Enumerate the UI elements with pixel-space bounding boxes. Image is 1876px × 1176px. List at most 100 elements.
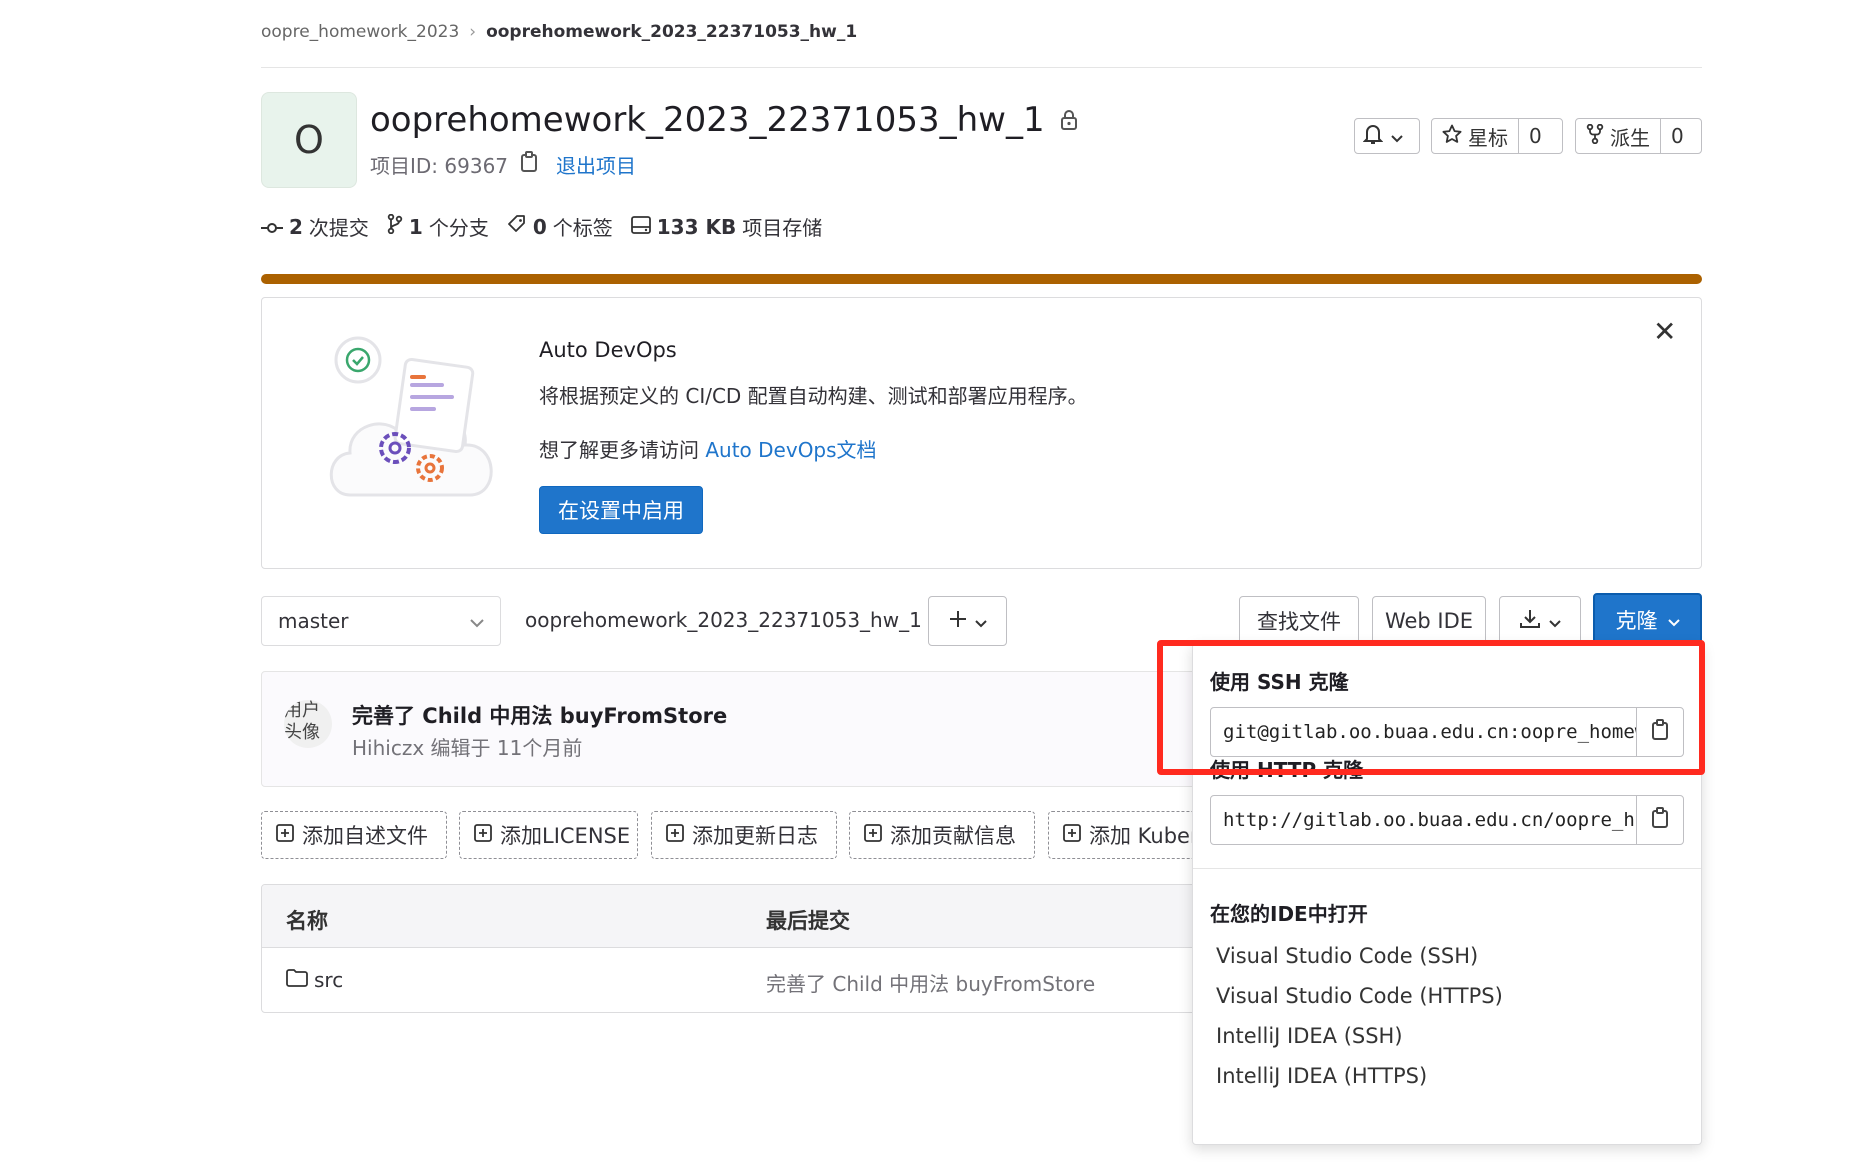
bell-icon bbox=[1362, 123, 1384, 150]
plus-square-icon bbox=[474, 823, 492, 847]
fork-button[interactable]: 派生 0 bbox=[1575, 118, 1702, 154]
learn-more-prefix: 想了解更多请访问 bbox=[539, 438, 706, 462]
storage-size: 133 KB bbox=[656, 214, 737, 239]
clone-dropdown-button[interactable]: 克隆 bbox=[1593, 593, 1702, 647]
file-name-cell[interactable]: src bbox=[286, 968, 343, 992]
branch-icon bbox=[387, 213, 403, 239]
branches-label: 个分支 bbox=[428, 216, 489, 240]
add-readme-label: 添加自述文件 bbox=[302, 824, 428, 848]
http-clone-header: 使用 HTTP 克隆 bbox=[1210, 758, 1364, 782]
ssh-clone-url[interactable]: git@gitlab.oo.buaa.edu.cn:oopre_homework… bbox=[1211, 721, 1636, 743]
storage-progress-bar bbox=[261, 274, 1702, 284]
lock-icon bbox=[1059, 100, 1079, 140]
branch-selector[interactable]: master bbox=[261, 596, 501, 646]
branches-stat[interactable]: 1 个分支 bbox=[387, 212, 489, 241]
plus-icon bbox=[949, 609, 967, 633]
chevron-down-icon bbox=[1549, 609, 1561, 633]
devops-illustration bbox=[320, 325, 505, 505]
breadcrumb-parent[interactable]: oopre_homework_2023 bbox=[261, 22, 459, 42]
branches-count: 1 bbox=[408, 214, 423, 239]
find-file-button[interactable]: 查找文件 bbox=[1239, 596, 1359, 646]
chevron-down-icon bbox=[1391, 124, 1403, 148]
fork-icon bbox=[1586, 123, 1604, 149]
tag-icon bbox=[507, 214, 527, 239]
storage-stat[interactable]: 133 KB 项目存储 bbox=[630, 212, 823, 241]
tags-label: 个标签 bbox=[552, 216, 613, 240]
avatar[interactable]: 用户头像 bbox=[284, 700, 332, 748]
project-avatar: O bbox=[261, 92, 357, 188]
clone-dropdown-menu: 使用 SSH 克隆 git@gitlab.oo.buaa.edu.cn:oopr… bbox=[1192, 643, 1702, 1145]
fork-label: 派生 bbox=[1610, 125, 1650, 150]
storage-label: 项目存储 bbox=[742, 216, 823, 240]
commits-label: 次提交 bbox=[308, 216, 369, 240]
open-vscode-ssh[interactable]: Visual Studio Code (SSH) bbox=[1216, 944, 1478, 968]
project-stats: 2 次提交 1 个分支 0 个标签 133 KB 项目存储 bbox=[261, 212, 822, 241]
file-commit-cell[interactable]: 完善了 Child 中用法 buyFromStore bbox=[766, 968, 1095, 997]
breadcrumb-current[interactable]: ooprehomework_2023_22371053_hw_1 bbox=[486, 22, 857, 42]
add-changelog-button[interactable]: 添加更新日志 bbox=[651, 811, 837, 859]
download-dropdown[interactable] bbox=[1499, 596, 1581, 646]
tags-count: 0 bbox=[532, 214, 547, 239]
commits-count: 2 bbox=[289, 214, 303, 239]
copy-icon[interactable] bbox=[520, 151, 538, 178]
plus-square-icon bbox=[864, 823, 882, 847]
repo-path-root[interactable]: ooprehomework_2023_22371053_hw_1 bbox=[525, 608, 922, 632]
header-name: 名称 bbox=[286, 909, 328, 933]
chevron-down-icon bbox=[1667, 608, 1680, 632]
open-intellij-https[interactable]: IntelliJ IDEA (HTTPS) bbox=[1216, 1064, 1427, 1088]
http-clone-url-field[interactable]: http://gitlab.oo.buaa.edu.cn/oopre_homew… bbox=[1210, 795, 1684, 845]
commits-stat[interactable]: 2 次提交 bbox=[261, 212, 369, 241]
copy-ssh-url-button[interactable] bbox=[1636, 708, 1683, 756]
commit-icon bbox=[261, 215, 283, 239]
open-vscode-https[interactable]: Visual Studio Code (HTTPS) bbox=[1216, 984, 1503, 1008]
dropdown-divider bbox=[1193, 868, 1701, 869]
web-ide-button[interactable]: Web IDE bbox=[1372, 596, 1486, 646]
plus-square-icon bbox=[1063, 823, 1081, 847]
project-id-row: 项目ID: 69367 退出项目 bbox=[370, 150, 636, 179]
ssh-clone-header: 使用 SSH 克隆 bbox=[1210, 670, 1349, 694]
commit-title[interactable]: 完善了 Child 中用法 buyFromStore bbox=[352, 700, 727, 730]
star-label: 星标 bbox=[1468, 125, 1508, 150]
add-readme-button[interactable]: 添加自述文件 bbox=[261, 811, 447, 859]
header-last-commit: 最后提交 bbox=[766, 909, 850, 933]
copy-icon bbox=[1651, 807, 1669, 833]
folder-icon bbox=[286, 968, 308, 992]
add-license-label: 添加LICENSE bbox=[500, 824, 631, 848]
copy-http-url-button[interactable] bbox=[1636, 796, 1683, 844]
tags-stat[interactable]: 0 个标签 bbox=[507, 212, 613, 241]
fork-count[interactable]: 0 bbox=[1660, 119, 1694, 153]
storage-icon bbox=[630, 215, 651, 239]
ide-open-header: 在您的IDE中打开 bbox=[1210, 902, 1368, 926]
chevron-down-icon bbox=[470, 609, 484, 633]
plus-square-icon bbox=[276, 823, 294, 847]
devops-description: 将根据预定义的 CI/CD 配置自动构建、测试和部署应用程序。 bbox=[539, 384, 1088, 408]
copy-icon bbox=[1651, 719, 1669, 745]
http-clone-url[interactable]: http://gitlab.oo.buaa.edu.cn/oopre_homew… bbox=[1211, 809, 1636, 831]
add-file-dropdown[interactable] bbox=[928, 596, 1007, 646]
project-title: ooprehomework_2023_22371053_hw_1 bbox=[370, 100, 1045, 140]
file-name: src bbox=[314, 968, 344, 992]
chevron-down-icon bbox=[974, 609, 987, 633]
star-button[interactable]: 星标 0 bbox=[1431, 118, 1563, 154]
add-contributing-label: 添加贡献信息 bbox=[890, 824, 1016, 848]
download-icon bbox=[1519, 608, 1541, 635]
project-id: 项目ID: 69367 bbox=[370, 154, 509, 178]
clone-label: 克隆 bbox=[1615, 609, 1658, 633]
leave-project-link[interactable]: 退出项目 bbox=[556, 150, 636, 179]
add-changelog-label: 添加更新日志 bbox=[692, 824, 818, 848]
star-icon bbox=[1442, 124, 1462, 149]
project-title-row: ooprehomework_2023_22371053_hw_1 bbox=[370, 100, 1079, 140]
notification-dropdown[interactable] bbox=[1354, 118, 1420, 154]
add-contributing-button[interactable]: 添加贡献信息 bbox=[849, 811, 1035, 859]
chevron-right-icon: › bbox=[469, 22, 477, 42]
ssh-clone-url-field[interactable]: git@gitlab.oo.buaa.edu.cn:oopre_homework… bbox=[1210, 707, 1684, 757]
open-intellij-ssh[interactable]: IntelliJ IDEA (SSH) bbox=[1216, 1024, 1403, 1048]
star-count[interactable]: 0 bbox=[1518, 119, 1552, 153]
devops-learn-more: 想了解更多请访问 Auto DevOps文档 bbox=[539, 434, 877, 463]
devops-docs-link[interactable]: Auto DevOps文档 bbox=[705, 438, 876, 462]
add-license-button[interactable]: 添加LICENSE bbox=[459, 811, 638, 859]
plus-square-icon bbox=[666, 823, 684, 847]
close-icon[interactable]: ✕ bbox=[1653, 318, 1676, 346]
commit-meta: Hihiczx 编辑于 11个月前 bbox=[352, 736, 583, 760]
enable-in-settings-button[interactable]: 在设置中启用 bbox=[539, 486, 703, 534]
